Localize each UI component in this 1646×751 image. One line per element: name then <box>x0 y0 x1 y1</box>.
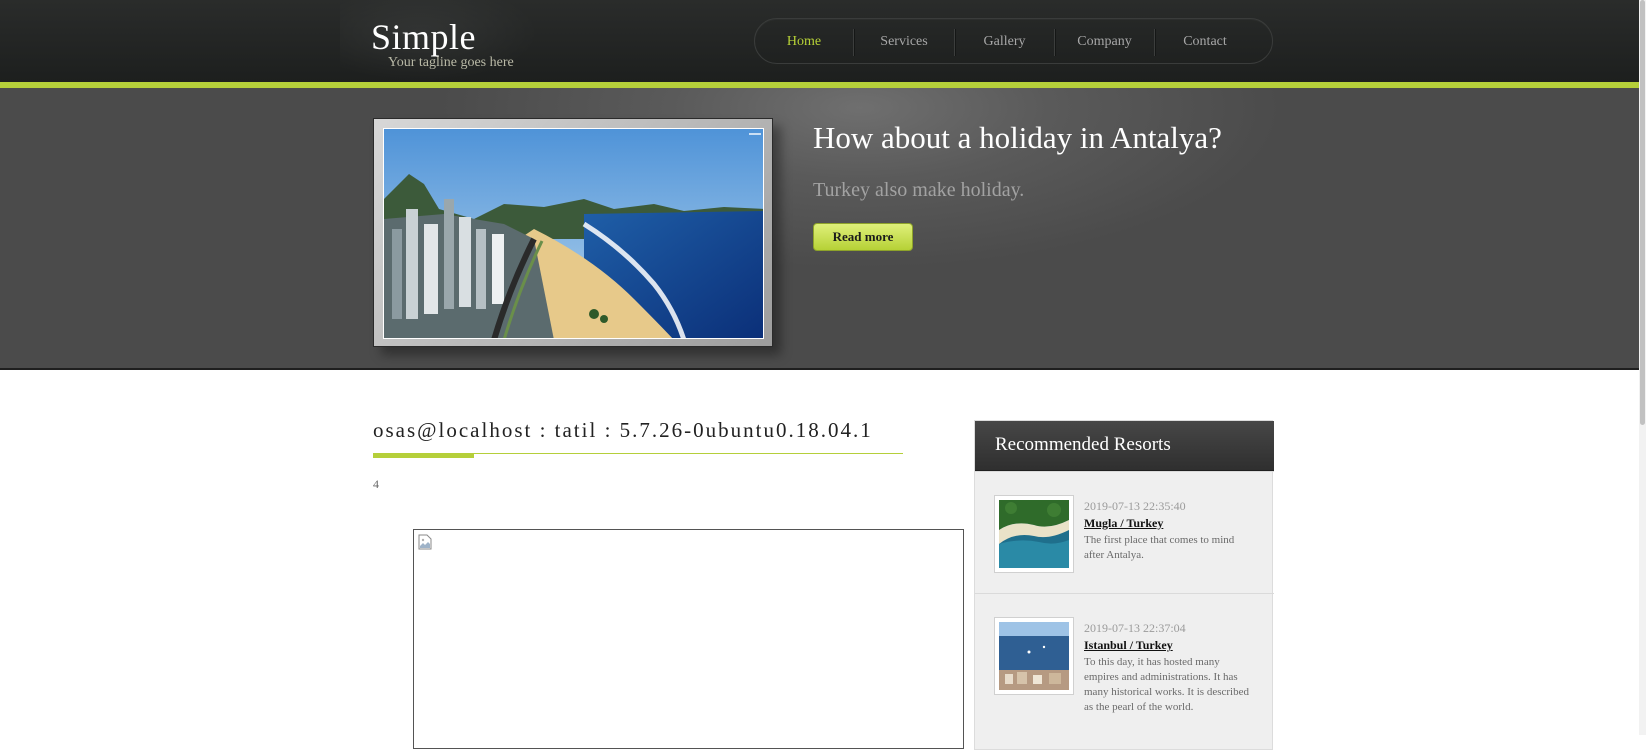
read-more-button[interactable]: Read more <box>813 223 913 251</box>
resort-date: 2019-07-13 22:35:40 <box>1084 499 1186 513</box>
result-count: 4 <box>373 477 379 491</box>
scrollbar-thumb[interactable] <box>1640 0 1645 425</box>
resort-description: The first place that comes to mind after… <box>1084 534 1235 561</box>
resort-description: To this day, it has hosted many empires … <box>1084 656 1249 713</box>
title-accent-bar <box>373 454 474 458</box>
header: Simple Your tagline goes here Home Servi… <box>0 0 1646 82</box>
resort-item: 2019-07-13 22:37:04 Istanbul / Turkey To… <box>975 593 1274 751</box>
page-title: osas@localhost : tatil : 5.7.26-0ubuntu0… <box>373 418 873 442</box>
broken-image-icon <box>418 534 432 550</box>
resort-thumbnail[interactable] <box>994 617 1074 695</box>
hero-subtitle: Turkey also make holiday. <box>813 179 1025 201</box>
sidebar-title: Recommended Resorts <box>995 434 1171 455</box>
resort-thumbnail[interactable] <box>994 495 1074 573</box>
resort-date: 2019-07-13 22:37:04 <box>1084 621 1186 635</box>
nav-item-home[interactable]: Home <box>755 19 853 65</box>
page-scrollbar[interactable] <box>1639 0 1646 735</box>
resort-item: 2019-07-13 22:35:40 Mugla / Turkey The f… <box>975 471 1274 593</box>
recommended-resorts-panel: Recommended Resorts 2019-07-13 22:35:40 … <box>974 420 1274 751</box>
nav-item-services[interactable]: Services <box>854 19 954 65</box>
site-tagline: Your tagline goes here <box>388 55 514 70</box>
resort-link[interactable]: Istanbul / Turkey <box>1084 638 1173 653</box>
main-nav: Home Services Gallery Company Contact <box>754 18 1273 64</box>
hero-image-frame <box>373 118 773 347</box>
site-logo[interactable]: Simple <box>371 16 476 58</box>
resort-link[interactable]: Mugla / Turkey <box>1084 516 1163 531</box>
nav-item-company[interactable]: Company <box>1055 19 1154 65</box>
sidebar-header: Recommended Resorts <box>975 421 1274 471</box>
hero-title: How about a holiday in Antalya? <box>813 120 1222 155</box>
nav-item-gallery[interactable]: Gallery <box>955 19 1054 65</box>
broken-image-placeholder <box>413 529 964 749</box>
nav-item-contact[interactable]: Contact <box>1155 19 1255 65</box>
beach-photo <box>383 128 764 339</box>
